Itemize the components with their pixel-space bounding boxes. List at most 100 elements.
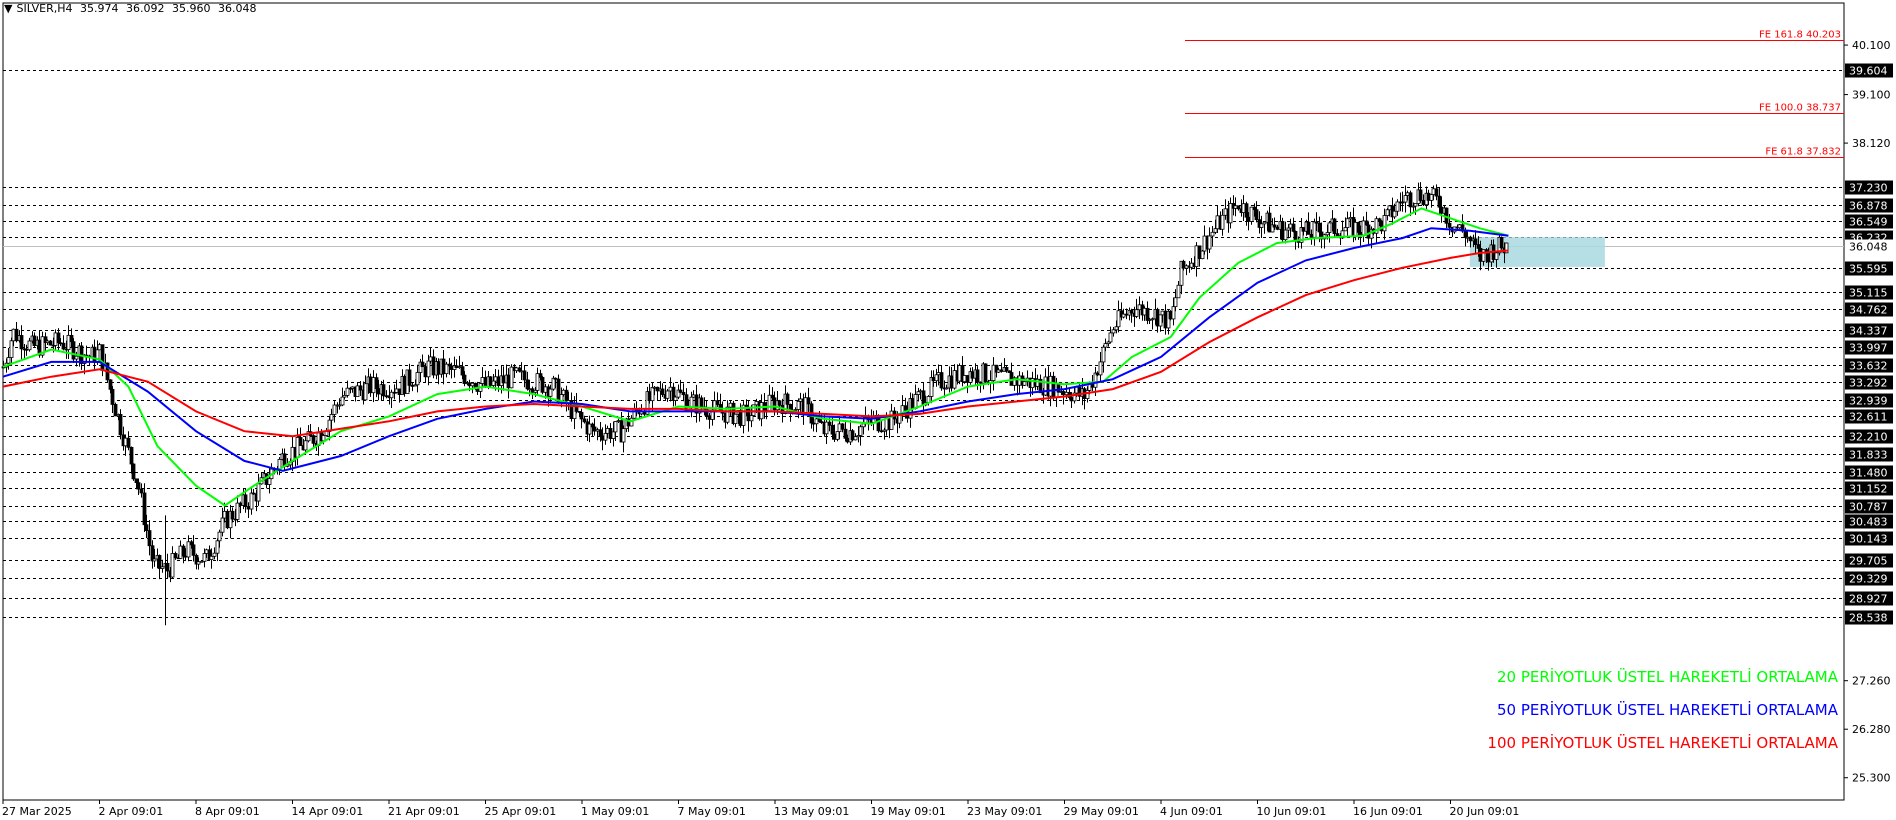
candle-body [1048,375,1053,397]
level-label: 30.787 [1849,501,1888,514]
level-label: 31.480 [1849,467,1888,480]
candle-body [793,409,798,411]
level-label: 29.329 [1849,573,1888,586]
candle-body [798,398,803,402]
candle-body [1283,229,1288,241]
candle-body [1194,245,1199,267]
candle-body [243,494,248,507]
candle-body [1176,284,1181,299]
candle-body [1111,329,1116,334]
candle-body [889,410,894,430]
candle-body [1327,222,1332,233]
time-tick-label: 27 Mar 2025 [2,805,72,818]
candle-body [616,420,621,423]
candle-body [978,381,983,384]
candle-body [1254,209,1259,221]
candle-body [1210,231,1215,237]
candle-body [196,561,201,565]
candle-body [431,356,436,376]
candle-body [530,388,535,393]
fe-label: FE 100.0 38.737 [1759,103,1841,114]
candle-body [61,342,66,350]
close-value: 36.048 [218,2,257,15]
level-label: 35.595 [1849,263,1888,276]
dropdown-triangle-icon[interactable]: ▼ [4,2,12,15]
candle-body [650,387,655,402]
candle-body [381,384,386,397]
candle-body [1348,217,1353,220]
candle-body [123,437,128,447]
candle-body [777,400,782,406]
candle-body [1293,230,1298,241]
candle-body [598,429,603,437]
level-label: 33.997 [1849,342,1888,355]
candle-body [1447,222,1452,228]
candle-body [48,340,53,346]
candle-body [858,426,863,436]
candle-body [746,406,751,422]
candle-body [56,332,61,344]
candle-body [1213,228,1218,233]
candle-body [1207,235,1212,250]
candle-body [19,335,24,350]
candle-body [843,428,848,439]
candle-body [397,388,402,395]
candle-body [113,404,118,417]
candle-body [142,492,147,526]
candle-body [1051,375,1056,398]
level-label: 32.210 [1849,431,1888,444]
candle-body [999,369,1004,372]
candle-body [108,379,113,390]
candle-body [678,389,683,393]
candle-body [204,549,209,554]
price-tick-label: 26.280 [1852,723,1891,736]
candle-body [1215,215,1220,230]
level-label: 36.878 [1849,200,1888,213]
candle-body [1101,346,1106,363]
candle-body [1463,230,1468,238]
candle-body [358,385,363,391]
candle-body [1145,307,1150,321]
candle-body [681,391,686,396]
candle-body [493,376,498,382]
candle-body [1468,236,1473,242]
level-label: 37.230 [1849,182,1888,195]
candle-body [1473,238,1478,245]
candle-body [136,482,141,490]
candle-body [751,404,756,416]
candle-body [1184,265,1189,269]
candle-body [483,377,488,387]
time-tick-label: 29 May 09:01 [1064,805,1139,818]
time-tick-label: 4 Jun 09:01 [1160,805,1223,818]
candle-body [1421,200,1426,206]
price-chart[interactable]: 39.60437.23036.87836.54936.23235.59535.1… [0,0,1896,820]
candle-body [1426,192,1431,201]
candle-body [394,388,399,393]
candle-body [1385,209,1390,216]
candle-body [1147,319,1152,321]
candle-body [608,428,613,439]
candle-body [525,379,530,390]
candle-body [230,510,235,520]
candle-body [553,377,558,380]
candle-body [178,545,183,559]
candle-body [1262,221,1267,225]
candle-body [480,377,485,384]
candle-body [1353,221,1358,237]
candle-body [277,459,282,470]
candle-body [92,346,97,363]
candle-body [24,348,29,351]
price-tick-label: 40.100 [1852,39,1891,52]
candle-body [1309,233,1314,238]
candle-body [324,431,329,436]
candle-body [689,396,694,408]
candle-body [1267,212,1272,233]
candle-body [853,436,858,441]
candle-body [996,369,1001,373]
candle-body [837,423,842,432]
candle-body [97,344,102,351]
price-tick-label: 38.120 [1852,137,1891,150]
level-label: 33.292 [1849,377,1888,390]
candle-body [1228,203,1233,224]
candle-body [1272,224,1277,228]
